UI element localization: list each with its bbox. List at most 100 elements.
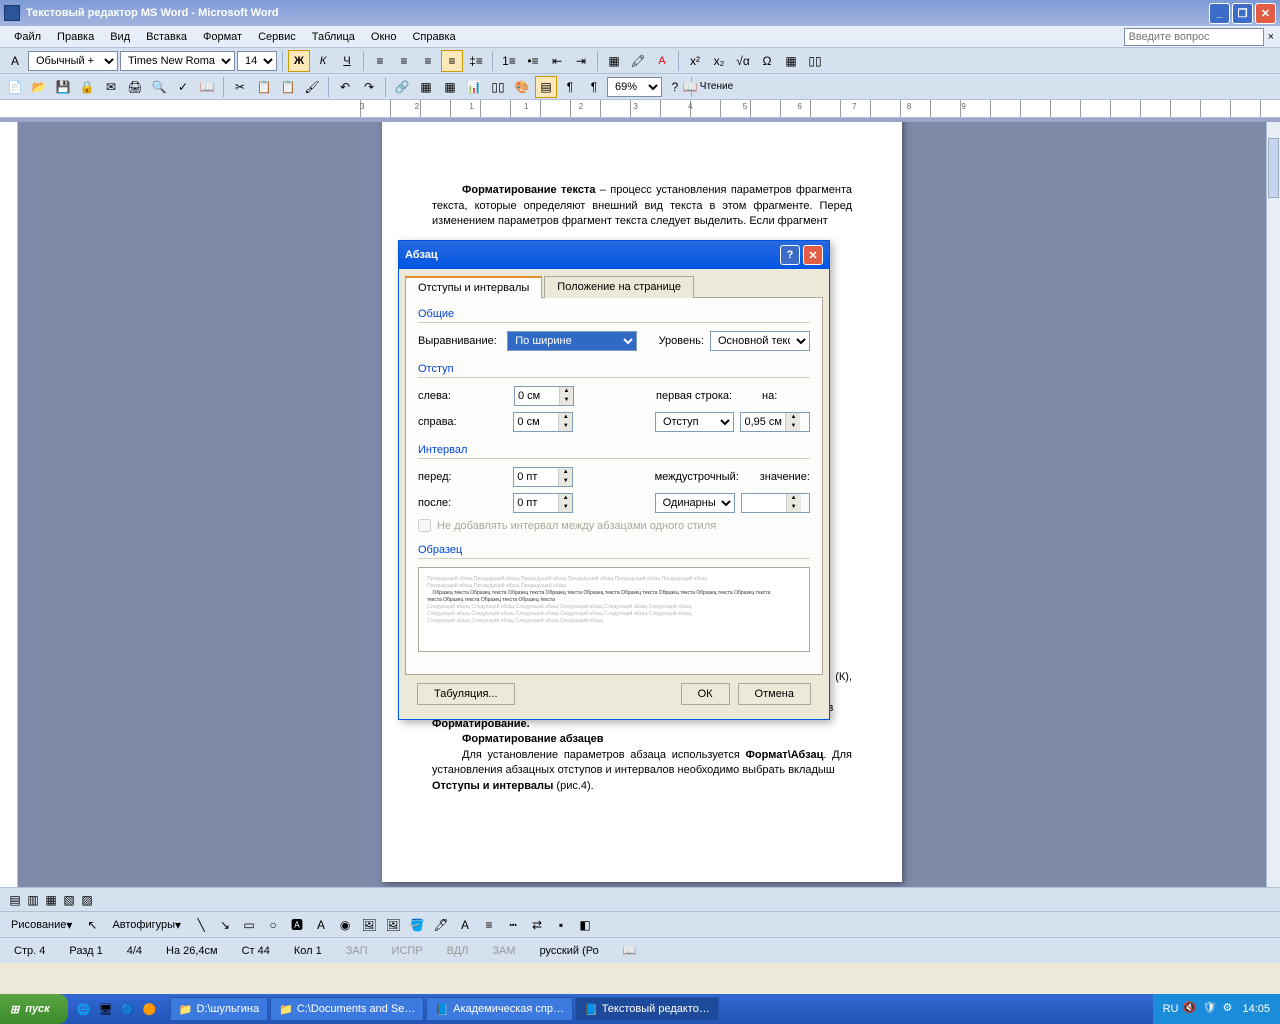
arrow-button[interactable]: ↘ [214,914,236,936]
tray-icon[interactable]: ⚙ [1222,1001,1238,1017]
align-left-button[interactable]: ≡ [369,50,391,72]
tray-lang[interactable]: RU [1163,1003,1179,1015]
minimize-button[interactable]: _ [1209,3,1230,24]
show-marks-button[interactable]: ¶ [559,76,581,98]
ask-question-input[interactable] [1124,28,1264,46]
email-button[interactable]: ✉ [100,76,122,98]
first-line-select[interactable]: Отступ [655,412,735,432]
subscript-button[interactable]: x₂ [708,50,730,72]
taskbar-item[interactable]: 📁 C:\Documents and Se… [270,997,424,1021]
normal-view-button[interactable]: ▤ [6,892,24,908]
dash-style-button[interactable]: ┅ [502,914,524,936]
dialog-help-button[interactable]: ? [780,245,800,265]
cancel-button[interactable]: Отмена [738,683,811,705]
before-spinner[interactable]: ▲▼ [513,467,573,487]
diagram-button[interactable]: ◉ [334,914,356,936]
line-style-button[interactable]: ≡ [478,914,500,936]
align-justify-button[interactable]: ≡ [441,50,463,72]
picture-button[interactable]: 🖼 [382,914,404,936]
taskbar-item[interactable]: 📘 Академическая спр… [426,997,573,1021]
by-spinner[interactable]: ▲▼ [740,412,810,432]
menu-insert[interactable]: Вставка [138,29,195,45]
horizontal-ruler[interactable]: 3 2 1 1 2 3 4 5 6 7 8 9 [0,100,1280,118]
maximize-button[interactable]: ❐ [1232,3,1253,24]
research-button[interactable]: 📖 [196,76,218,98]
show-paragraph-button[interactable]: ¶ [583,76,605,98]
rectangle-button[interactable]: ▭ [238,914,260,936]
clipart-button[interactable]: 🖼 [358,914,380,936]
after-spinner[interactable]: ▲▼ [513,493,573,513]
styles-pane-icon[interactable]: A [4,50,26,72]
taskbar-item[interactable]: 📁 D:\шульгина [170,997,268,1021]
menu-file[interactable]: Файл [6,29,49,45]
document-map-button[interactable]: ▤ [535,76,557,98]
level-select[interactable]: Основной текст [710,331,810,351]
open-button[interactable]: 📂 [28,76,50,98]
ok-button[interactable]: ОК [681,683,730,705]
quicklaunch-ie-icon[interactable]: 🌐 [74,999,94,1019]
drawing-button[interactable]: 🎨 [511,76,533,98]
line-spacing-select[interactable]: Одинарный [655,493,735,513]
status-ovr[interactable]: ЗАМ [486,945,521,957]
tab-page-position[interactable]: Положение на странице [544,276,694,298]
highlight-button[interactable]: 🖍 [627,50,649,72]
drawing-menu[interactable]: Рисование ▾ [4,914,79,936]
select-objects-button[interactable]: ↖ [81,914,103,936]
start-button[interactable]: ⊞пуск [0,994,68,1024]
undo-button[interactable]: ↶ [334,76,356,98]
font-color-button[interactable]: A [651,50,673,72]
superscript-button[interactable]: x² [684,50,706,72]
font-color-button[interactable]: A [454,914,476,936]
taskbar-item[interactable]: 📘 Текстовый редакто… [575,997,719,1021]
font-select[interactable]: Times New Roman [120,51,235,71]
outline-view-button[interactable]: ▧ [60,892,78,908]
dialog-titlebar[interactable]: Абзац ? ✕ [399,241,829,269]
status-ext[interactable]: ВДЛ [441,945,475,957]
menu-edit[interactable]: Правка [49,29,102,45]
alignment-select[interactable]: По ширине [507,331,637,351]
permission-button[interactable]: 🔒 [76,76,98,98]
quicklaunch-desktop-icon[interactable]: 🖥 [96,999,116,1019]
excel-button[interactable]: 📊 [463,76,485,98]
at-spinner[interactable]: ▲▼ [741,493,810,513]
print-button[interactable]: 🖨 [124,76,146,98]
hyperlink-button[interactable]: 🔗 [391,76,413,98]
shadow-button[interactable]: ▪ [550,914,572,936]
menu-table[interactable]: Таблица [304,29,363,45]
scrollbar-thumb[interactable] [1268,138,1279,198]
textbox-button[interactable]: 🅰 [286,914,308,936]
borders-button[interactable]: ▦ [603,50,625,72]
format-painter-button[interactable]: 🖌 [301,76,323,98]
print-view-button[interactable]: ▦ [42,892,60,908]
cut-button[interactable]: ✂ [229,76,251,98]
copy-button[interactable]: 📋 [253,76,275,98]
autoshapes-menu[interactable]: Автофигуры ▾ [105,914,188,936]
quicklaunch-app-icon[interactable]: 🔵 [118,999,138,1019]
numbered-list-button[interactable]: 1≡ [498,50,520,72]
indent-right-spinner[interactable]: ▲▼ [513,412,573,432]
menu-help[interactable]: Справка [404,29,463,45]
tabs-button[interactable]: Табуляция... [417,683,515,705]
insert-table-button[interactable]: ▦ [439,76,461,98]
italic-button[interactable]: К [312,50,334,72]
reading-view-button[interactable]: ▨ [78,892,96,908]
oval-button[interactable]: ○ [262,914,284,936]
dialog-close-button[interactable]: ✕ [803,245,823,265]
fill-color-button[interactable]: 🪣 [406,914,428,936]
quicklaunch-app2-icon[interactable]: 🟠 [140,999,160,1019]
underline-button[interactable]: Ч [336,50,358,72]
new-doc-button[interactable]: 📄 [4,76,26,98]
arrow-style-button[interactable]: ⇄ [526,914,548,936]
line-color-button[interactable]: 🖊 [430,914,452,936]
line-button[interactable]: ╲ [190,914,212,936]
spellcheck-button[interactable]: ✓ [172,76,194,98]
tab-indents-spacing[interactable]: Отступы и интервалы [405,276,542,298]
line-spacing-button[interactable]: ‡≡ [465,50,487,72]
tray-icon[interactable]: 🛡 [1202,1001,1218,1017]
3d-button[interactable]: ◧ [574,914,596,936]
vertical-ruler[interactable] [0,122,18,887]
equation-button[interactable]: √α [732,50,754,72]
fontsize-select[interactable]: 14 [237,51,277,71]
print-preview-button[interactable]: 🔍 [148,76,170,98]
status-rec[interactable]: ЗАП [340,945,374,957]
